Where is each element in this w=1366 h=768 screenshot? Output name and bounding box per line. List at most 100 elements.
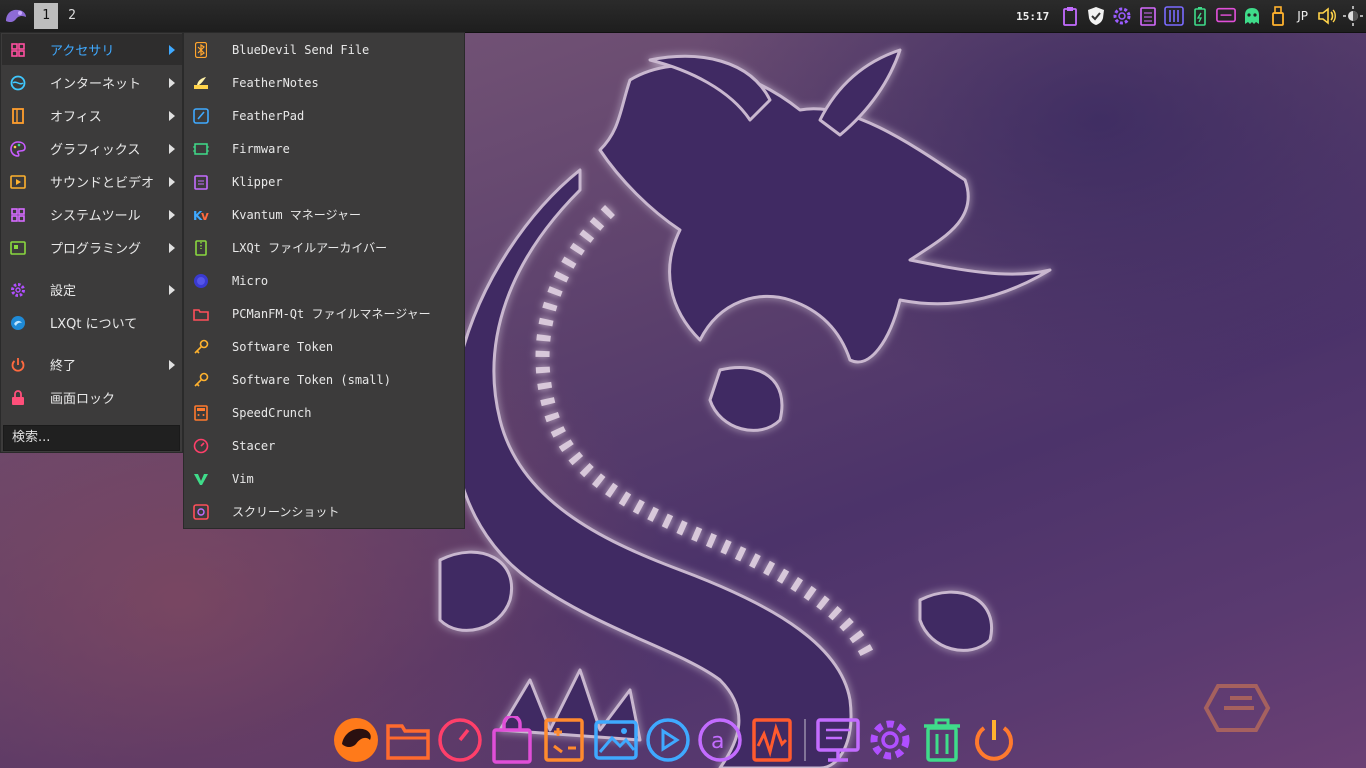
- menu-item-multimedia[interactable]: サウンドとビデオ: [2, 166, 182, 197]
- volume-icon[interactable]: [1317, 5, 1337, 27]
- submenu-item[interactable]: Software Token (small): [185, 363, 463, 396]
- folder-icon[interactable]: [382, 714, 434, 766]
- submenu-item[interactable]: Kv Kvantum マネージャー: [185, 198, 463, 231]
- waveform-icon[interactable]: [746, 714, 798, 766]
- settings-gear-icon: [10, 282, 26, 298]
- submenu-arrow-icon: [169, 176, 175, 187]
- menu-item-label: LXQt について: [50, 317, 138, 332]
- menu-item-label: 終了: [50, 359, 77, 374]
- submenu-arrow-icon: [169, 209, 175, 220]
- submenu-item-label: Software Token (small): [232, 372, 391, 387]
- submenu-item[interactable]: スクリーンショット: [185, 495, 463, 528]
- menu-item-settings[interactable]: 設定: [2, 274, 182, 305]
- menu-item-label: プログラミング: [50, 242, 142, 257]
- gauge-icon[interactable]: [434, 714, 486, 766]
- clipboard-icon[interactable]: [1060, 5, 1080, 27]
- submenu-item-label: Stacer: [232, 438, 276, 453]
- battery-icon[interactable]: [1190, 5, 1210, 27]
- submenu-item[interactable]: BlueDevil Send File: [185, 33, 463, 66]
- screenshot-icon: [193, 503, 209, 520]
- lxqt-logo-icon: [10, 315, 26, 331]
- key-icon: [193, 372, 209, 388]
- clock[interactable]: 15:17: [1016, 10, 1049, 23]
- submenu-item[interactable]: FeatherNotes: [185, 66, 463, 99]
- store-bag-icon[interactable]: [486, 714, 538, 766]
- monitor-icon[interactable]: [1216, 5, 1237, 27]
- submenu-item[interactable]: PCManFM-Qt ファイルマネージャー: [185, 297, 463, 330]
- submenu-item-label: SpeedCrunch: [232, 405, 312, 420]
- submenu-item[interactable]: Stacer: [185, 429, 463, 462]
- app-menu-button[interactable]: [2, 3, 30, 29]
- micro-editor-icon: [193, 273, 209, 289]
- workspace-1[interactable]: 1: [34, 3, 58, 29]
- mixer-icon[interactable]: [1164, 5, 1185, 27]
- workspace-2[interactable]: 2: [60, 3, 84, 29]
- multimedia-icon: [10, 174, 26, 190]
- clipboard-icon: [193, 174, 209, 190]
- calculator-icon: [193, 404, 209, 421]
- stacer-gauge-icon: [193, 438, 209, 454]
- svg-text:v: v: [201, 209, 209, 222]
- menu-item-label: サウンドとビデオ: [50, 176, 155, 191]
- ghost-icon[interactable]: [1242, 5, 1262, 27]
- menu-item-programming[interactable]: プログラミング: [2, 232, 182, 263]
- menu-item-label: 設定: [50, 284, 77, 299]
- power-icon[interactable]: [968, 714, 1020, 766]
- submenu-arrow-icon: [169, 359, 175, 370]
- usb-drive-icon[interactable]: [1268, 5, 1288, 27]
- submenu-item[interactable]: SpeedCrunch: [185, 396, 463, 429]
- submenu-item-label: Vim: [232, 471, 254, 486]
- notes-icon[interactable]: [1138, 5, 1158, 27]
- media-player-icon[interactable]: [642, 714, 694, 766]
- key-icon: [193, 339, 209, 355]
- menu-item-internet[interactable]: インターネット: [2, 67, 182, 98]
- submenu-item-label: Firmware: [232, 141, 290, 156]
- main-menu: アクセサリ インターネット オフィス グラフィックス サウンドとビデオ システム…: [0, 32, 183, 453]
- menu-item-label: オフィス: [50, 110, 102, 125]
- keyboard-layout[interactable]: JP: [1297, 9, 1308, 23]
- menu-item-accessories[interactable]: アクセサリ: [2, 34, 182, 65]
- submenu-item-label: スクリーンショット: [232, 505, 340, 519]
- submenu-item-label: Micro: [232, 273, 269, 288]
- system-tools-grid-icon: [10, 207, 26, 223]
- menu-item-label: インターネット: [50, 77, 142, 92]
- submenu-item[interactable]: Klipper: [185, 165, 463, 198]
- submenu-item[interactable]: Software Token: [185, 330, 463, 363]
- submenu-item-label: FeatherNotes: [232, 75, 319, 90]
- submenu-item[interactable]: FeatherPad: [185, 99, 463, 132]
- menu-item-office[interactable]: オフィス: [2, 100, 182, 131]
- menu-item-lock-screen[interactable]: 画面ロック: [2, 382, 182, 413]
- submenu-item-label: Klipper: [232, 174, 283, 189]
- menu-item-label: グラフィックス: [50, 143, 141, 158]
- submenu-item[interactable]: Vim: [185, 462, 463, 495]
- submenu-item[interactable]: LXQt ファイルアーカイバー: [185, 231, 463, 264]
- submenu-item-label: FeatherPad: [232, 108, 305, 123]
- remote-desktop-icon[interactable]: [812, 714, 864, 766]
- archive-icon: [193, 239, 209, 256]
- submenu-arrow-icon: [169, 44, 175, 55]
- submenu-item-label: LXQt ファイルアーカイバー: [232, 241, 388, 255]
- menu-item-system-tools[interactable]: システムツール: [2, 199, 182, 230]
- menu-search-input[interactable]: 検索...: [3, 425, 180, 451]
- calculator-icon[interactable]: [538, 714, 590, 766]
- brightness-icon[interactable]: [1343, 5, 1363, 27]
- dock-separator: [804, 719, 806, 761]
- accessories-grid-icon: [10, 42, 26, 58]
- submenu-item[interactable]: Firmware: [185, 132, 463, 165]
- submenu-item[interactable]: Micro: [185, 264, 463, 297]
- text-editor-a-icon[interactable]: a: [694, 714, 746, 766]
- system-tray: 15:17 JP: [1016, 0, 1366, 32]
- settings-gear-icon[interactable]: [1112, 5, 1132, 27]
- menu-item-graphics[interactable]: グラフィックス: [2, 133, 182, 164]
- image-viewer-icon[interactable]: [590, 714, 642, 766]
- menu-item-leave[interactable]: 終了: [2, 349, 182, 380]
- submenu-item-label: BlueDevil Send File: [232, 42, 370, 57]
- office-book-icon: [10, 107, 26, 124]
- dragon-wallpaper: [438, 48, 1052, 768]
- shield-icon[interactable]: [1086, 5, 1106, 27]
- garuda-dragon-icon[interactable]: [330, 714, 382, 766]
- menu-item-about-lxqt[interactable]: LXQt について: [2, 307, 182, 338]
- bluetooth-icon: [193, 41, 209, 58]
- trash-icon[interactable]: [916, 714, 968, 766]
- settings-gear-icon[interactable]: [864, 714, 916, 766]
